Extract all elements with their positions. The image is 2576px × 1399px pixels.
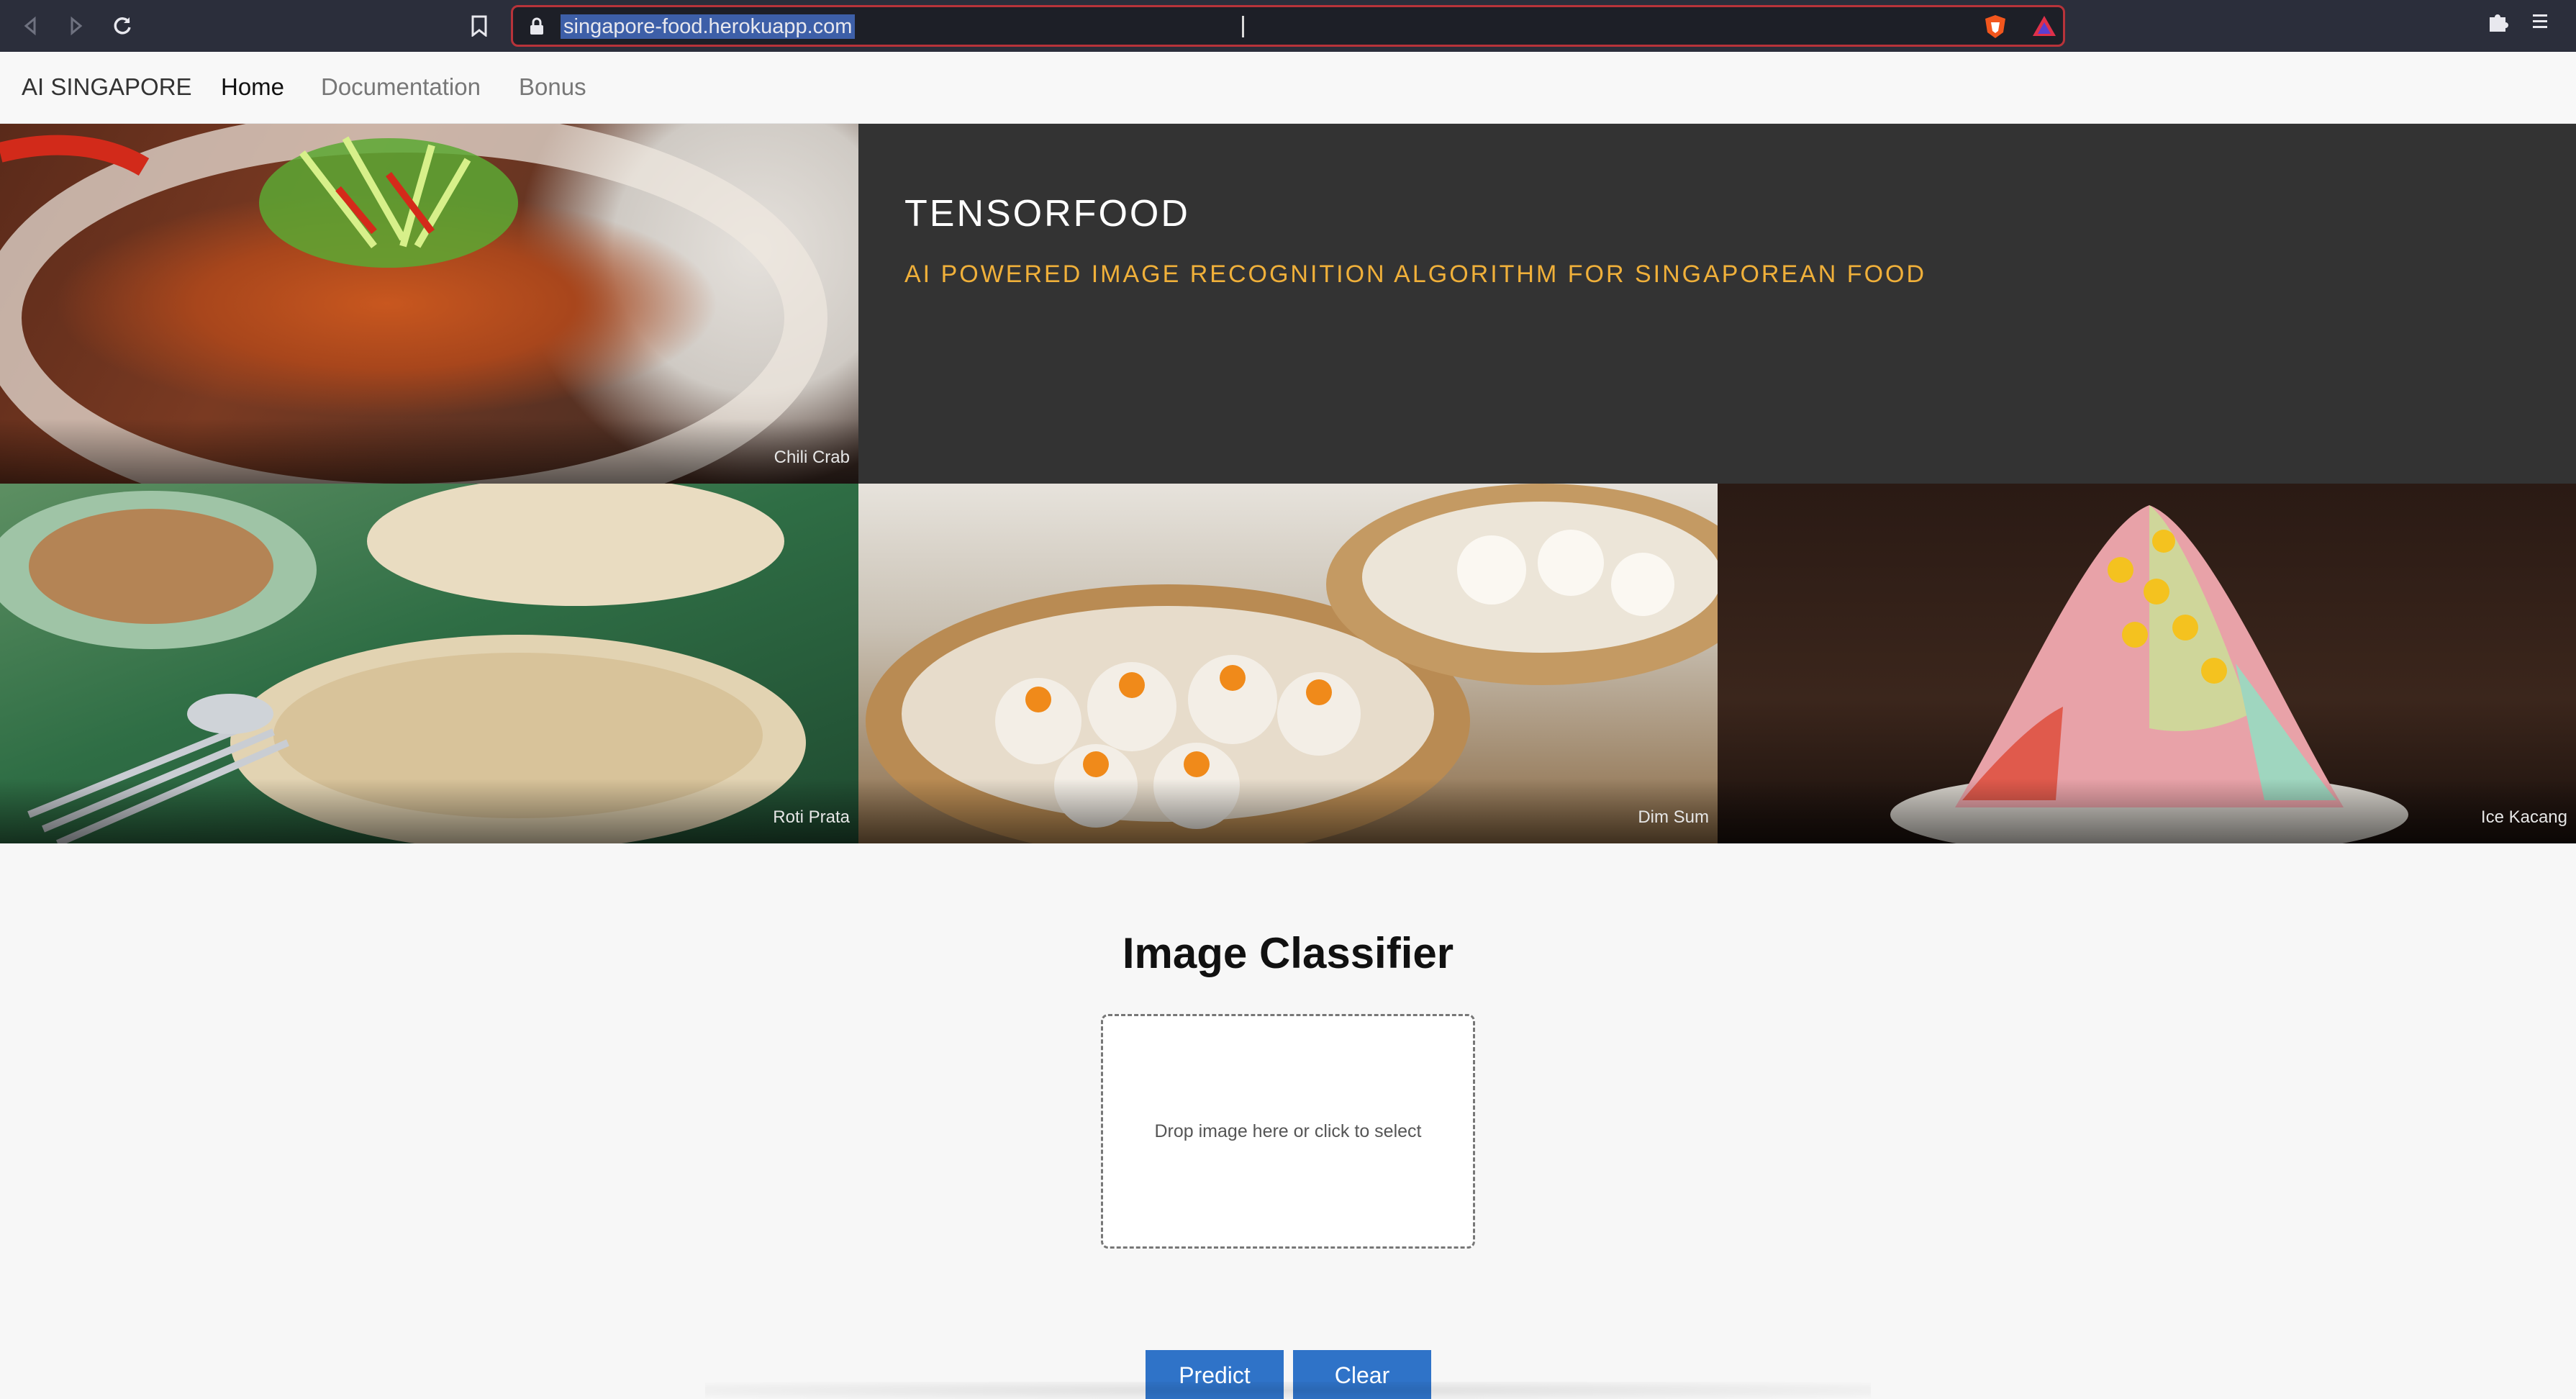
- caption-shade: [1718, 779, 2576, 843]
- nav-home[interactable]: Home: [221, 73, 284, 101]
- classifier-title: Image Classifier: [1122, 929, 1454, 977]
- tile-caption: Chili Crab: [774, 448, 850, 467]
- brand-link[interactable]: AI SINGAPORE: [22, 73, 192, 101]
- tile-caption: Roti Prata: [773, 807, 850, 827]
- dropzone-label: Drop image here or click to select: [1154, 1120, 1422, 1141]
- site-navbar: AI SINGAPORE Home Documentation Bonus: [0, 52, 2576, 124]
- browser-toolbar: singapore-food.herokuapp.com: [0, 0, 2576, 52]
- brave-rewards-icon[interactable]: [2031, 14, 2057, 41]
- caption-shade: [858, 779, 1718, 843]
- nav-documentation[interactable]: Documentation: [321, 73, 481, 101]
- bookmark-icon[interactable]: [463, 10, 495, 42]
- ice-kacang-image: Ice Kacang: [1718, 484, 2576, 843]
- hero-banner: TENSORFOOD AI POWERED IMAGE RECOGNITION …: [858, 124, 2576, 484]
- hero-title: TENSORFOOD: [904, 193, 1190, 235]
- dim-sum-image: Dim Sum: [858, 484, 1718, 843]
- text-cursor: [1242, 16, 1244, 37]
- caption-shade: [0, 779, 858, 843]
- brave-shield-icon[interactable]: [1983, 14, 2008, 43]
- nav-bonus[interactable]: Bonus: [519, 73, 586, 101]
- tile-caption: Dim Sum: [1638, 807, 1709, 827]
- image-dropzone[interactable]: Drop image here or click to select: [1101, 1014, 1475, 1249]
- lock-icon: [529, 17, 545, 40]
- reload-icon[interactable]: [106, 10, 138, 42]
- url-text[interactable]: singapore-food.herokuapp.com: [561, 14, 856, 39]
- extensions-icon[interactable]: [2485, 10, 2510, 38]
- address-bar[interactable]: singapore-food.herokuapp.com: [511, 5, 2065, 47]
- roti-prata-image: Roti Prata: [0, 484, 858, 843]
- menu-icon[interactable]: [2531, 10, 2549, 37]
- back-icon[interactable]: [14, 10, 46, 42]
- panel-shadow: [705, 1382, 1871, 1399]
- forward-icon[interactable]: [60, 10, 92, 42]
- chili-crab-image: Chili Crab: [0, 124, 858, 484]
- caption-shade: [0, 419, 858, 484]
- tile-caption: Ice Kacang: [2480, 807, 2567, 827]
- hero-subtitle: AI POWERED IMAGE RECOGNITION ALGORITHM F…: [904, 261, 1927, 288]
